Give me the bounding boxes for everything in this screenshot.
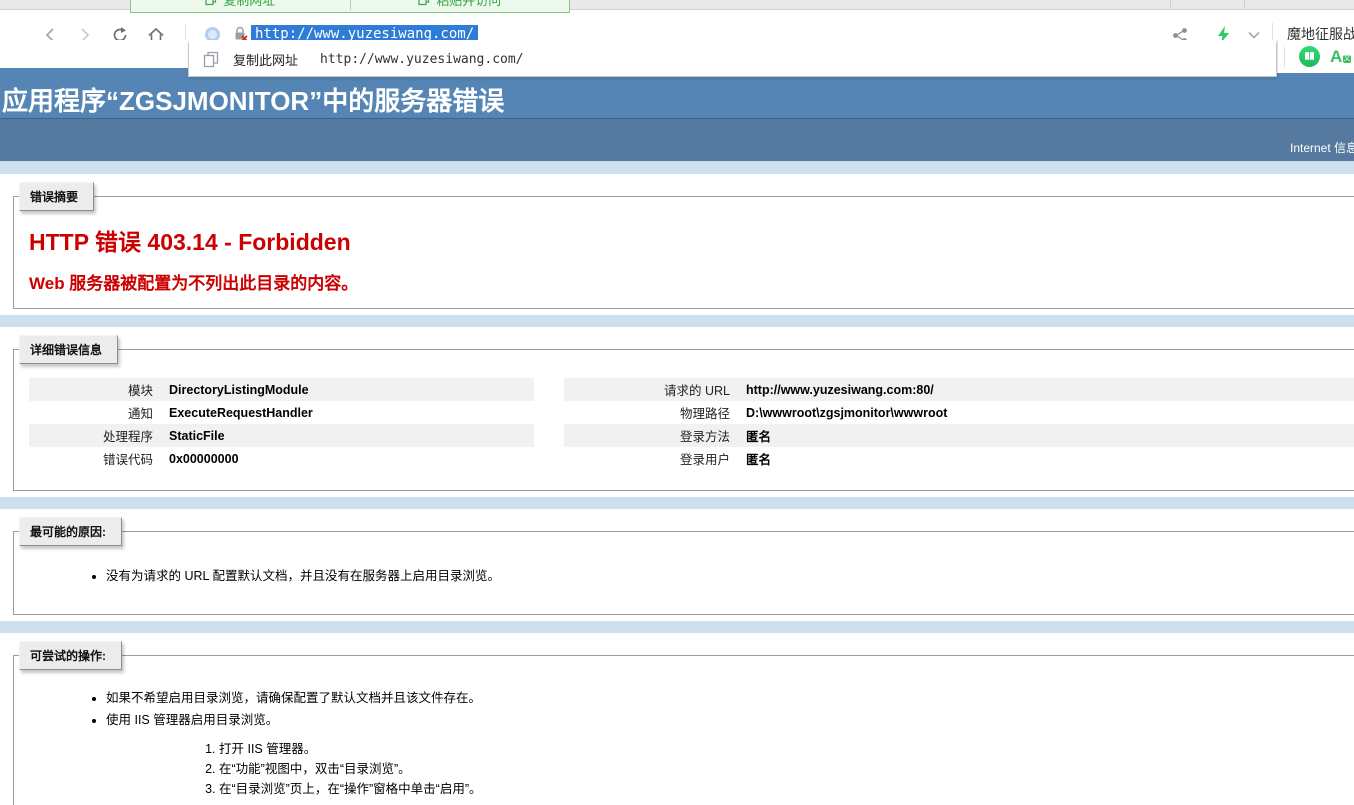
table-row: 登录方法 匿名 bbox=[564, 424, 1354, 447]
reading-mode-button[interactable] bbox=[1299, 46, 1320, 67]
section-error-summary: 错误摘要 HTTP 错误 403.14 - Forbidden Web 服务器被… bbox=[0, 174, 1354, 315]
browser-window: http://www.yuzesiwang.com/ 魔地征服战 ★ bbox=[0, 0, 1354, 805]
row-label: 登录方法 bbox=[564, 424, 738, 447]
table-row: 处理程序 StaticFile bbox=[29, 424, 534, 447]
cause-item: 没有为请求的 URL 配置默认文档，并且没有在服务器上启用目录浏览。 bbox=[106, 568, 1354, 585]
causes-list: 没有为请求的 URL 配置默认文档，并且没有在服务器上启用目录浏览。 bbox=[91, 568, 1354, 585]
copy-url-label: 复制网址 bbox=[223, 0, 275, 9]
row-value: 匿名 bbox=[738, 447, 1354, 470]
tab-separator bbox=[1170, 0, 1171, 9]
row-label: 登录用户 bbox=[564, 447, 738, 470]
paste-icon bbox=[418, 0, 430, 6]
row-value: StaticFile bbox=[161, 424, 534, 447]
steps-list: 打开 IIS 管理器。 在“功能”视图中，双击“目录浏览”。 在“目录浏览”页上… bbox=[106, 741, 1354, 798]
details-tables: 模块 DirectoryListingModule 通知 ExecuteRequ… bbox=[29, 378, 1354, 470]
row-value: D:\wwwroot\zgsjmonitor\wwwroot bbox=[738, 401, 1354, 424]
step-item: 在“目录浏览”页上，在“操作”窗格中单击“启用”。 bbox=[219, 781, 1354, 798]
row-value: 0x00000000 bbox=[161, 447, 534, 470]
table-row: 登录用户 匿名 bbox=[564, 447, 1354, 470]
paste-and-go-menu-item[interactable]: 粘贴并访问 bbox=[351, 0, 570, 12]
row-value: 匿名 bbox=[738, 424, 1354, 447]
suggested-url: http://www.yuzesiwang.com/ bbox=[320, 52, 524, 67]
copy-icon bbox=[203, 51, 219, 68]
row-label: 请求的 URL bbox=[564, 378, 738, 401]
book-icon bbox=[1304, 51, 1315, 62]
details-table-right: 请求的 URL http://www.yuzesiwang.com:80/ 物理… bbox=[564, 378, 1354, 470]
server-version-band: Internet 信息服务 7.5 bbox=[0, 118, 1354, 162]
legend-likely-causes: 最可能的原因: bbox=[19, 517, 122, 546]
legend-error-details: 详细错误信息 bbox=[19, 335, 118, 364]
legend-things-to-try: 可尝试的操作: bbox=[19, 641, 122, 670]
table-row: 模块 DirectoryListingModule bbox=[29, 378, 534, 401]
table-row: 物理路径 D:\wwwroot\zgsjmonitor\wwwroot bbox=[564, 401, 1354, 424]
section-things-to-try: 可尝试的操作: 如果不希望启用目录浏览，请确保配置了默认文档并且该文件存在。 使… bbox=[0, 633, 1354, 805]
step-item: 打开 IIS 管理器。 bbox=[219, 741, 1354, 758]
table-row: 通知 ExecuteRequestHandler bbox=[29, 401, 534, 424]
chevron-down-icon bbox=[1248, 31, 1260, 39]
actions-list: 如果不希望启用目录浏览，请确保配置了默认文档并且该文件存在。 使用 IIS 管理… bbox=[91, 690, 1354, 805]
section-error-details: 详细错误信息 模块 DirectoryListingModule 通知 Exec… bbox=[0, 327, 1354, 497]
copy-icon bbox=[205, 0, 217, 6]
row-label: 通知 bbox=[29, 401, 161, 424]
action-item: 使用 IIS 管理器启用目录浏览。 打开 IIS 管理器。 在“功能”视图中，双… bbox=[106, 712, 1354, 798]
error-title: HTTP 错误 403.14 - Forbidden bbox=[29, 223, 1354, 257]
translate-sub-icon: 文 bbox=[1343, 55, 1351, 63]
legend-error-summary: 错误摘要 bbox=[19, 182, 94, 211]
details-table-left: 模块 DirectoryListingModule 通知 ExecuteRequ… bbox=[29, 378, 534, 470]
tab-separator bbox=[1244, 0, 1245, 9]
iis-error-page: 应用程序“ZGSJMONITOR”中的服务器错误 Internet 信息服务 7… bbox=[0, 68, 1354, 805]
address-context-popup: 复制网址 粘贴并访问 bbox=[130, 0, 570, 13]
section-likely-causes: 最可能的原因: 没有为请求的 URL 配置默认文档，并且没有在服务器上启用目录浏… bbox=[0, 509, 1354, 621]
address-tools-panel: A文 bbox=[1277, 40, 1354, 73]
copy-url-menu-item[interactable]: 复制网址 bbox=[131, 0, 350, 12]
action-item-text: 使用 IIS 管理器启用目录浏览。 bbox=[106, 713, 278, 727]
error-page-body: 错误摘要 HTTP 错误 403.14 - Forbidden Web 服务器被… bbox=[0, 162, 1354, 805]
copy-this-url-label: 复制此网址 bbox=[233, 50, 298, 69]
table-row: 请求的 URL http://www.yuzesiwang.com:80/ bbox=[564, 378, 1354, 401]
row-label: 错误代码 bbox=[29, 447, 161, 470]
row-value: ExecuteRequestHandler bbox=[161, 401, 534, 424]
row-value: DirectoryListingModule bbox=[161, 378, 534, 401]
row-label: 物理路径 bbox=[564, 401, 738, 424]
browser-toolbar: http://www.yuzesiwang.com/ 魔地征服战 bbox=[0, 10, 1354, 40]
row-value: http://www.yuzesiwang.com:80/ bbox=[738, 378, 1354, 401]
panel-separator bbox=[1284, 47, 1285, 67]
action-item: 如果不希望启用目录浏览，请确保配置了默认文档并且该文件存在。 bbox=[106, 690, 1354, 707]
table-row: 错误代码 0x00000000 bbox=[29, 447, 534, 470]
translate-button[interactable]: A文 bbox=[1330, 47, 1342, 67]
server-version-text: Internet 信息服务 7.5 bbox=[1290, 139, 1354, 156]
row-label: 处理程序 bbox=[29, 424, 161, 447]
url-suggestion-row[interactable]: 复制此网址 http://www.yuzesiwang.com/ bbox=[188, 42, 1277, 77]
step-item: 在“功能”视图中，双击“目录浏览”。 bbox=[219, 761, 1354, 778]
paste-and-go-label: 粘贴并访问 bbox=[436, 0, 501, 9]
row-label: 模块 bbox=[29, 378, 161, 401]
error-subtitle: Web 服务器被配置为不列出此目录的内容。 bbox=[29, 269, 1354, 294]
